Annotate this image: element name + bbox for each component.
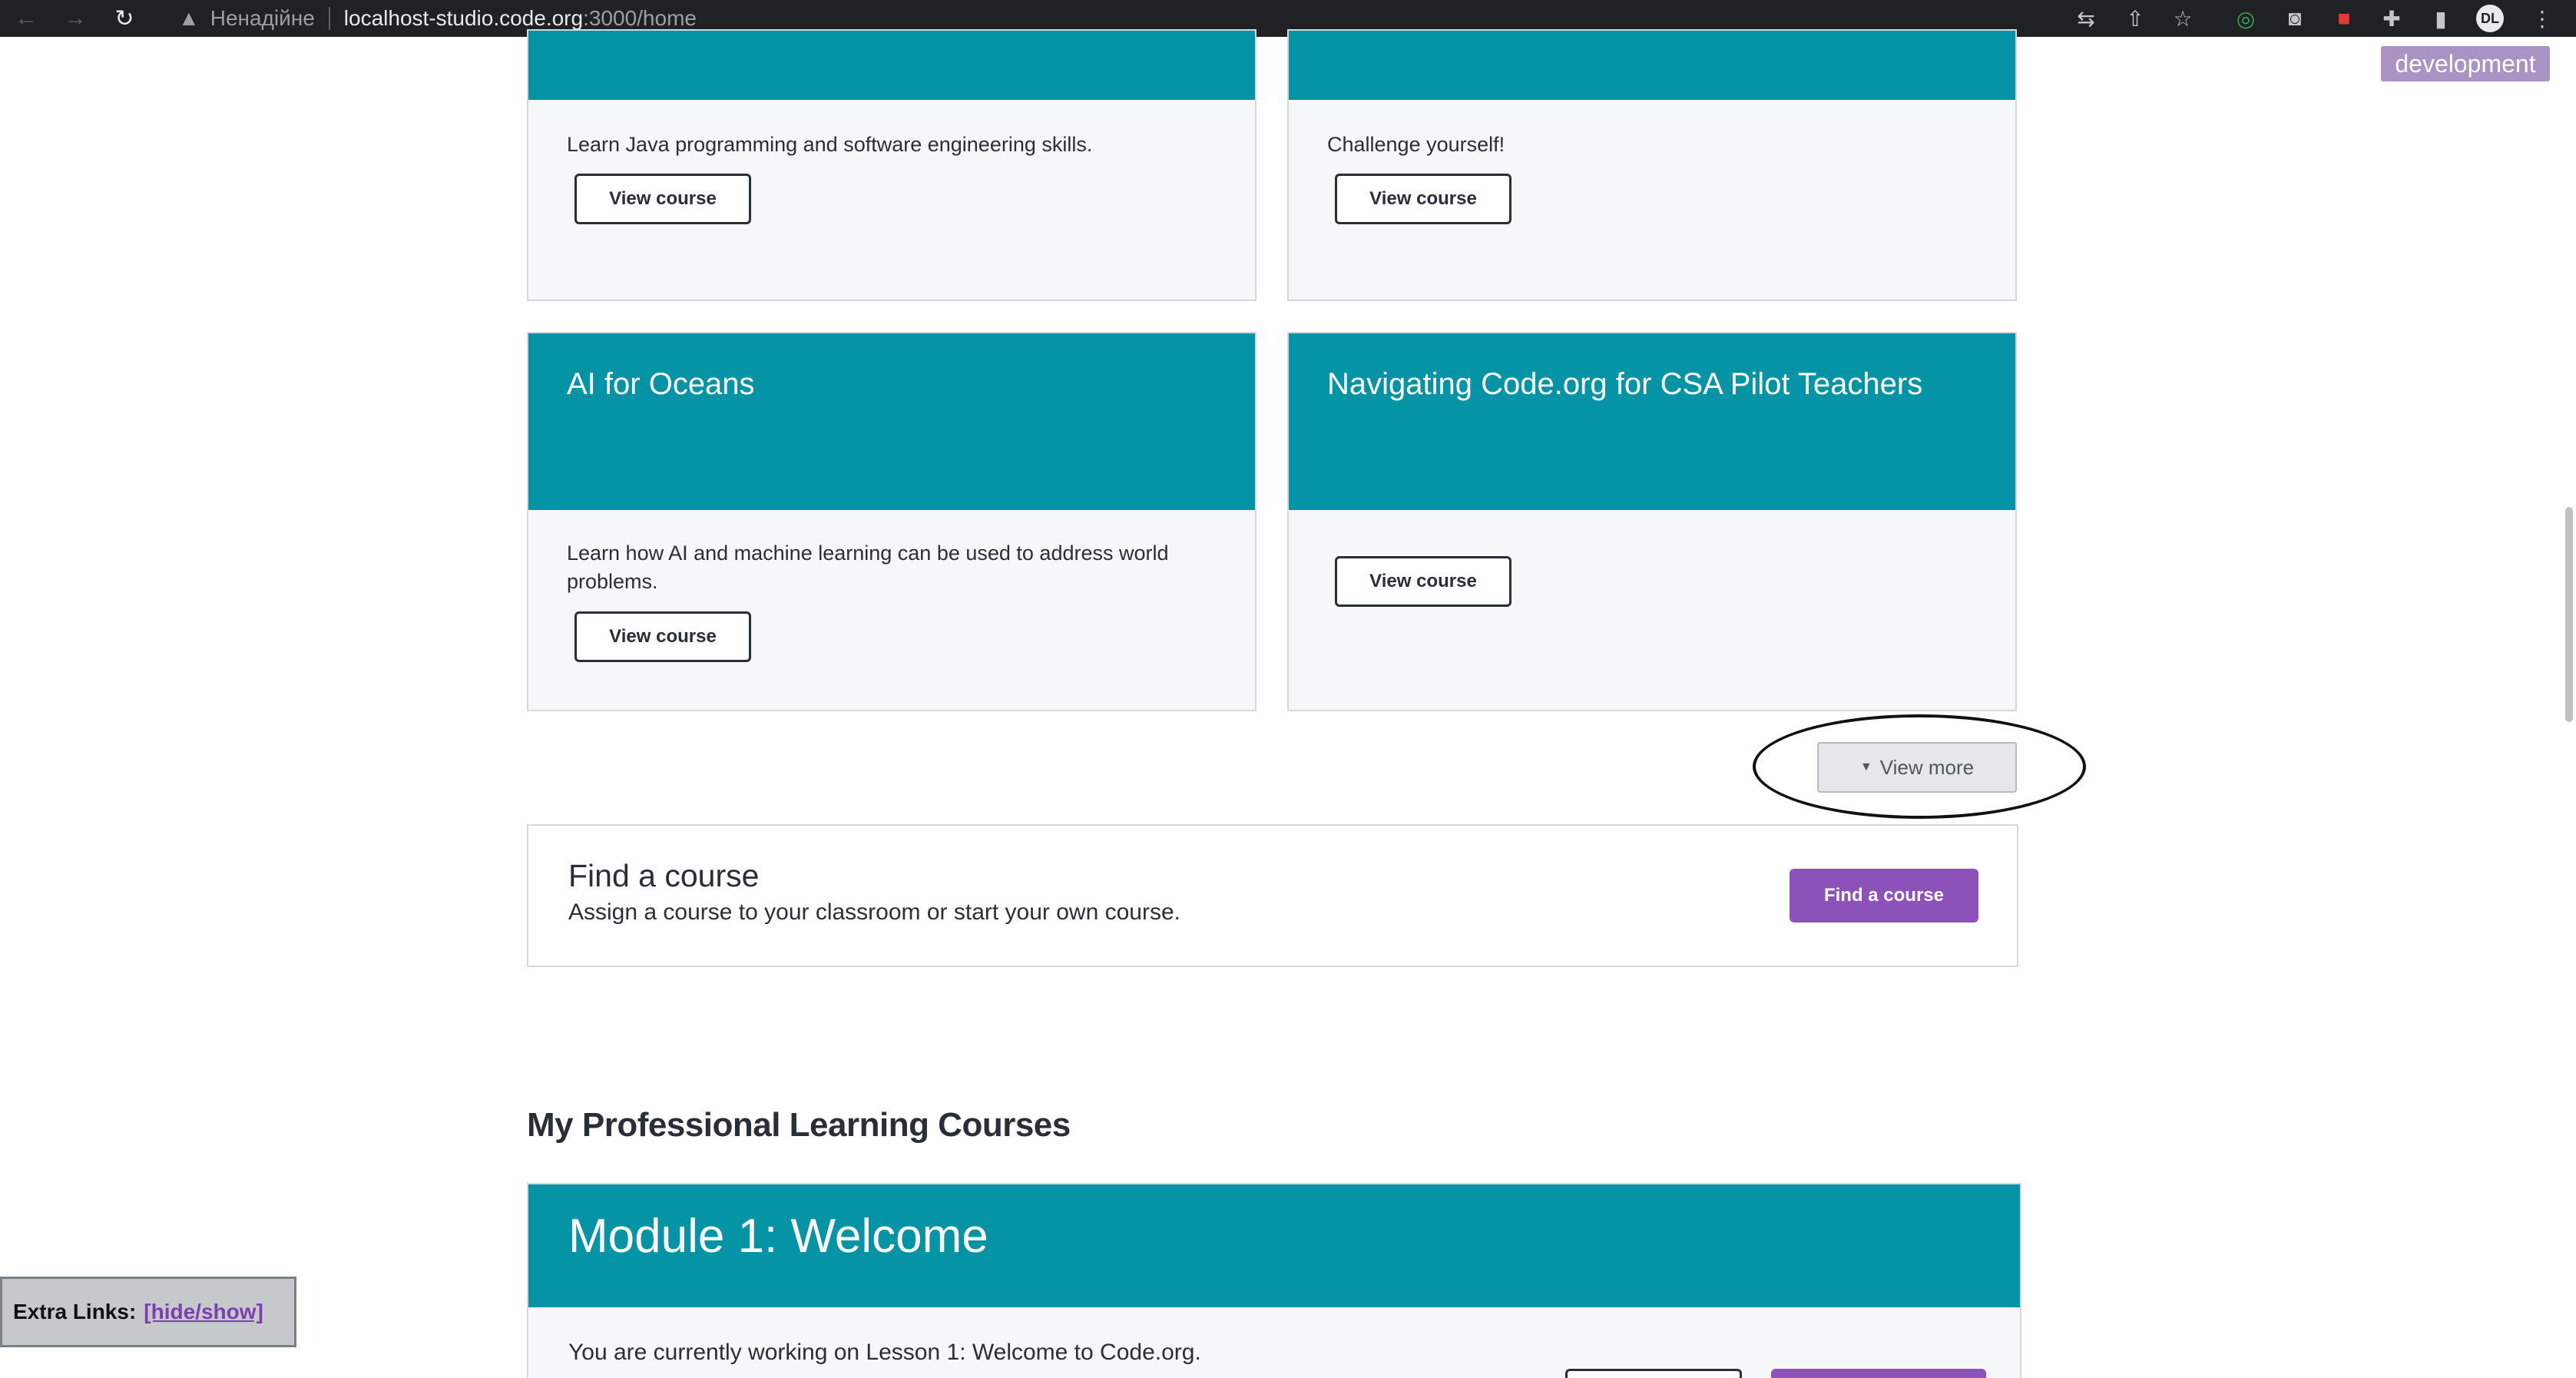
card-description: Learn how AI and machine learning can be… [567,542,1169,593]
card-description: Learn Java programming and software engi… [567,133,1093,156]
module-secondary-button[interactable] [1565,1369,1742,1378]
card-header [528,31,1255,100]
find-course-button[interactable]: Find a course [1790,869,1978,923]
card-header: AI for Oceans [528,333,1255,510]
extra-links-label: Extra Links: [13,1300,137,1323]
module-primary-button[interactable] [1771,1369,1986,1378]
view-course-button[interactable]: View course [1335,556,1511,607]
translate-icon[interactable]: ⇆ [2071,3,2101,34]
card-header [1289,31,2015,100]
module-card: Module 1: Welcome You are currently work… [527,1183,2021,1378]
module-description: You are currently working on Lesson 1: W… [568,1340,1201,1365]
course-card: Learn Java programming and software engi… [527,29,1257,301]
side-panel-icon[interactable]: ▮ [2425,3,2456,34]
view-course-button[interactable]: View course [1335,174,1511,224]
reload-icon[interactable]: ↻ [109,3,140,34]
module-title: Module 1: Welcome [568,1210,988,1263]
card-header: Navigating Code.org for CSA Pilot Teache… [1289,333,2015,510]
hide-show-link[interactable]: [hide/show] [144,1300,263,1324]
scrollbar-thumb[interactable] [2565,507,2573,722]
extension-ring-icon[interactable]: ◎ [2230,3,2261,34]
address-separator [328,7,330,30]
card-title[interactable]: AI for Oceans [567,367,755,402]
find-course-subtitle: Assign a course to your classroom or sta… [568,899,1180,925]
share-icon[interactable]: ⇧ [2120,3,2151,34]
url-path: :3000/home [583,6,697,30]
insecure-label: Ненадійне [210,6,315,30]
pl-section-title: My Professional Learning Courses [527,1106,1071,1144]
extension-red-icon[interactable]: ■ [2329,3,2359,34]
bookmark-star-icon[interactable]: ☆ [2167,3,2198,34]
view-course-button[interactable]: View course [574,174,751,224]
warning-icon: ▲ [178,6,200,30]
card-description: Challenge yourself! [1327,133,1505,156]
url-host: localhost-studio.code.org [343,6,584,30]
view-course-button[interactable]: View course [574,611,751,662]
environment-badge: development [2381,46,2550,81]
extra-links-box: Extra Links: [hide/show] [0,1277,296,1347]
puzzle-icon[interactable]: ✚ [2376,3,2407,34]
forward-icon[interactable]: → [60,3,91,34]
course-card: AI for Oceans Learn how AI and machine l… [527,332,1257,711]
course-card: Navigating Code.org for CSA Pilot Teache… [1287,332,2017,711]
find-course-title: Find a course [568,858,760,893]
course-card: Challenge yourself! View course [1287,29,2017,301]
annotation-ellipse [1753,714,2086,819]
card-title[interactable]: Navigating Code.org for CSA Pilot Teache… [1327,367,1922,402]
module-header: Module 1: Welcome [528,1184,2020,1307]
find-course-panel: Find a course Assign a course to your cl… [527,824,2018,967]
camera-icon[interactable]: ◙ [2280,3,2310,34]
back-icon[interactable]: ← [11,3,41,34]
profile-avatar[interactable]: DL [2476,5,2504,32]
menu-dots-icon[interactable]: ⋮ [2527,3,2558,34]
